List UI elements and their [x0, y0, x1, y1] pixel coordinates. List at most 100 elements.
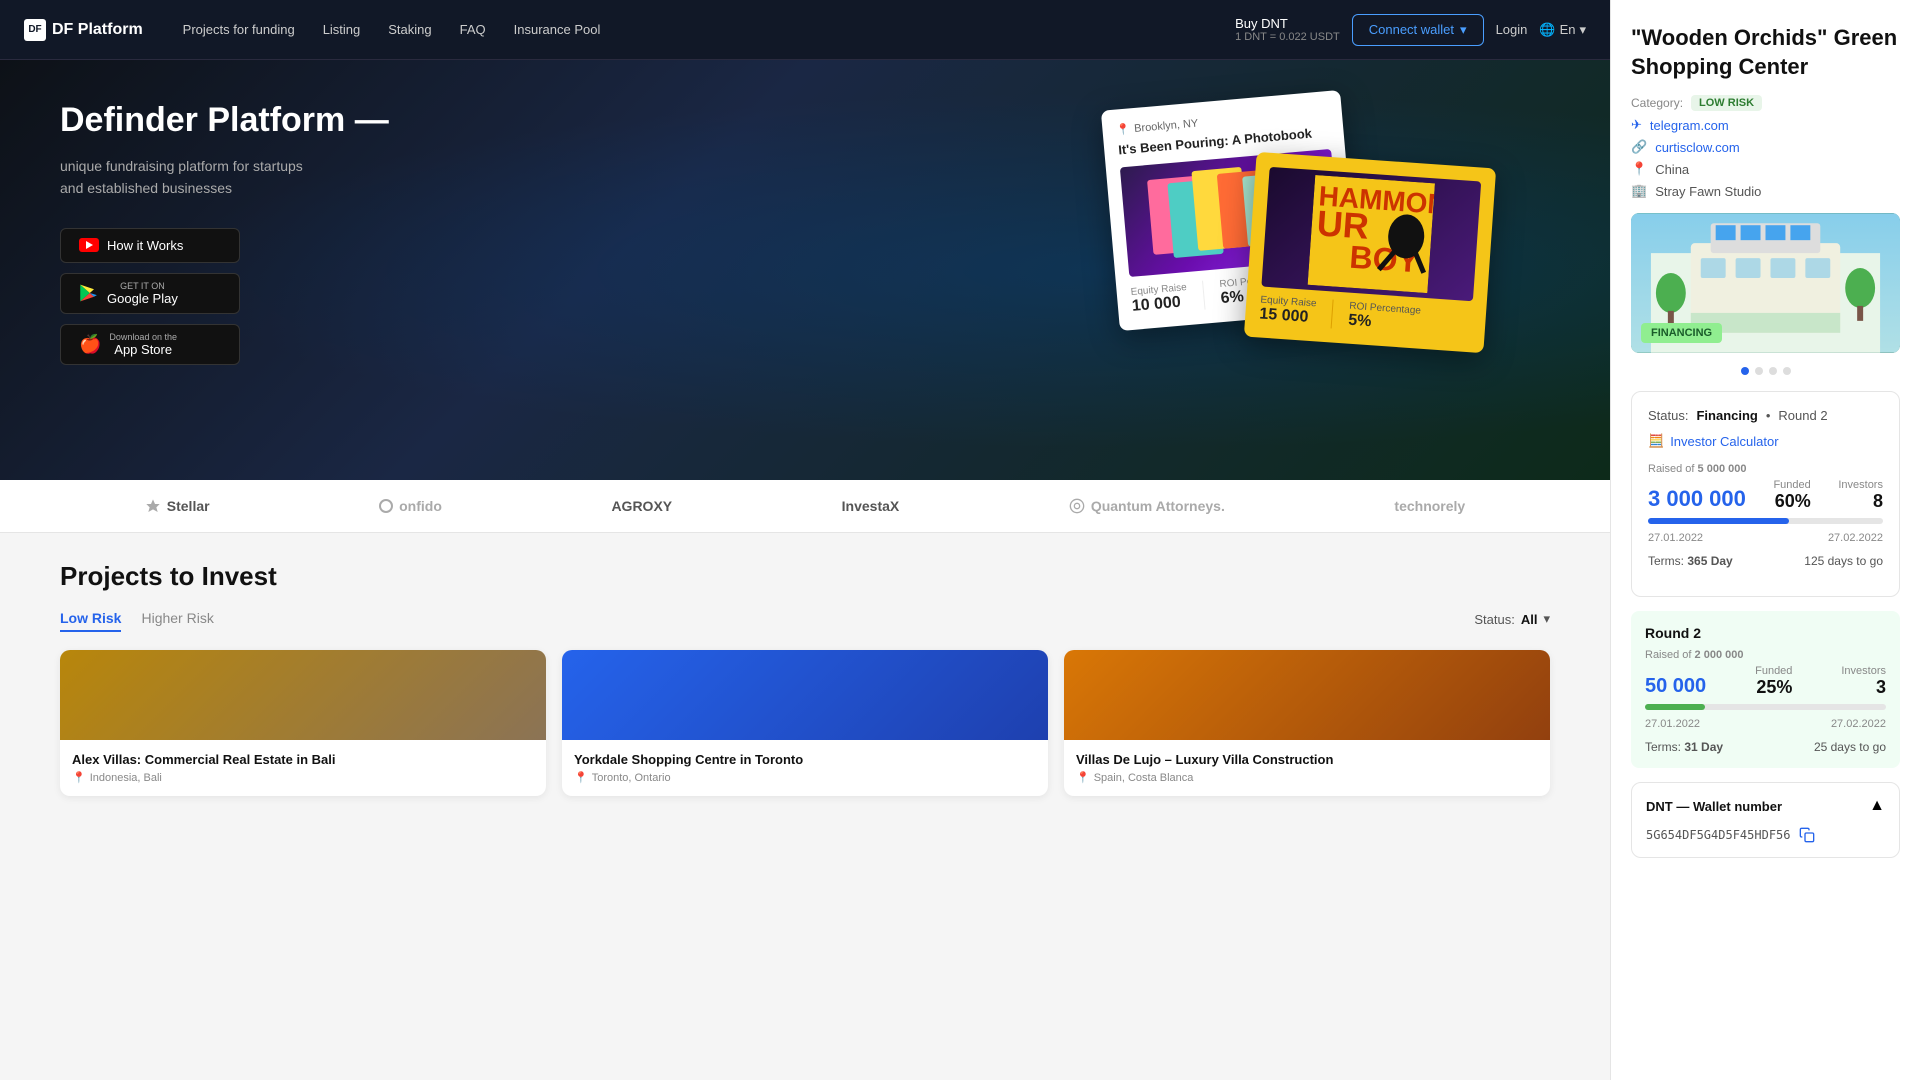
- nav-staking[interactable]: Staking: [388, 22, 431, 37]
- building-icon: 🏢: [1631, 183, 1647, 199]
- raised-section: Raised of 5 000 000 3 000 000 Funded 60%…: [1648, 463, 1883, 568]
- project-card-2-title: Villas De Lujo – Luxury Villa Constructi…: [1076, 752, 1538, 767]
- buy-dnt-label: Buy DNT: [1235, 16, 1340, 31]
- google-play-button[interactable]: GET IT ON Google Play: [60, 273, 240, 314]
- status-filter: Status: All ▾: [1474, 611, 1550, 627]
- website-link[interactable]: curtisclow.com: [1655, 140, 1740, 155]
- app-store-button[interactable]: 🍎 Download on the App Store: [60, 324, 240, 365]
- project-card-float-2[interactable]: HAMMOND UR BOY Equity Raise 15 000: [1244, 152, 1496, 353]
- project-card-1-body: Yorkdale Shopping Centre in Toronto 📍 To…: [562, 740, 1048, 796]
- location-icon-1: 📍: [574, 771, 588, 784]
- project-card-0-image: [60, 650, 546, 740]
- how-it-works-button[interactable]: How it Works: [60, 228, 240, 263]
- round2-raised-amount: 50 000: [1645, 675, 1706, 698]
- project-card-2-image: [1064, 650, 1550, 740]
- panel-title: "Wooden Orchids" Green Shopping Center: [1631, 24, 1900, 81]
- meta-website-row: 🔗 curtisclow.com: [1631, 139, 1900, 155]
- partner-agroxy: AGROXY: [611, 498, 672, 514]
- project-card-0[interactable]: Alex Villas: Commercial Real Estate in B…: [60, 650, 546, 796]
- panel-image: FINANCING: [1631, 213, 1900, 353]
- calculator-icon: 🧮: [1648, 433, 1664, 449]
- partner-investax: InvestaX: [842, 498, 900, 514]
- projects-title: Projects to Invest: [60, 561, 1550, 592]
- globe-icon: 🌐: [1539, 22, 1555, 38]
- dot-2[interactable]: [1755, 367, 1763, 375]
- project-card-1[interactable]: Yorkdale Shopping Centre in Toronto 📍 To…: [562, 650, 1048, 796]
- project-cards-list: Alex Villas: Commercial Real Estate in B…: [60, 650, 1550, 796]
- apple-icon: 🍎: [79, 334, 101, 355]
- financing-badge: FINANCING: [1641, 323, 1722, 343]
- meta-telegram-row: ✈ telegram.com: [1631, 117, 1900, 133]
- hero-title: Definder Platform —: [60, 100, 389, 141]
- round2-terms-row: Terms: 31 Day 25 days to go: [1645, 740, 1886, 754]
- nav-listing[interactable]: Listing: [323, 22, 361, 37]
- nav-projects[interactable]: Projects for funding: [183, 22, 295, 37]
- meta-publisher-row: 🏢 Stray Fawn Studio: [1631, 183, 1900, 199]
- nav-faq[interactable]: FAQ: [460, 22, 486, 37]
- how-it-works-label: How it Works: [107, 238, 183, 253]
- wallet-address: 5G654DF5G4D5F45HDF56: [1646, 827, 1885, 843]
- project-card-2[interactable]: Villas De Lujo – Luxury Villa Constructi…: [1064, 650, 1550, 796]
- progress-bar: [1648, 518, 1883, 524]
- status-value: Financing: [1696, 408, 1757, 423]
- wallet-header: DNT — Wallet number ▲: [1646, 797, 1885, 815]
- status-row: Status: Financing • Round 2: [1648, 408, 1883, 423]
- hero-buttons: How it Works GET IT ON Google Play: [60, 228, 389, 365]
- buy-dnt-rate: 1 DNT = 0.022 USDT: [1235, 31, 1340, 43]
- round2-title: Round 2: [1645, 625, 1886, 641]
- investor-calculator-link[interactable]: 🧮 Investor Calculator: [1648, 433, 1883, 449]
- project-card-0-location: 📍 Indonesia, Bali: [72, 771, 534, 784]
- wallet-title: DNT — Wallet number: [1646, 799, 1782, 814]
- telegram-link[interactable]: telegram.com: [1650, 118, 1729, 133]
- panel-location: China: [1655, 162, 1689, 177]
- nav-insurance[interactable]: Insurance Pool: [514, 22, 601, 37]
- hero-section: Definder Platform — unique fundraising p…: [0, 60, 1610, 480]
- category-badge: LOW RISK: [1691, 95, 1762, 111]
- round2-progress-bar-fill: [1645, 704, 1705, 710]
- panel-meta: Category: LOW RISK ✈ telegram.com 🔗 curt…: [1631, 95, 1900, 199]
- projects-section: Projects to Invest Low Risk Higher Risk …: [0, 533, 1610, 1080]
- location-icon-0: 📍: [72, 771, 86, 784]
- partner-stellar: Stellar: [145, 498, 210, 514]
- raised-amount: 3 000 000: [1648, 486, 1746, 512]
- panel-dots: [1631, 367, 1900, 375]
- round2-date-row: 27.01.2022 27.02.2022: [1645, 718, 1886, 730]
- language-button[interactable]: 🌐 En ▾: [1539, 22, 1586, 38]
- nav-right: Buy DNT 1 DNT = 0.022 USDT Connect walle…: [1235, 14, 1586, 46]
- nav-links: Projects for funding Listing Staking FAQ…: [183, 22, 601, 37]
- status-label: Status:: [1648, 408, 1688, 423]
- logo[interactable]: DF DF Platform: [24, 19, 143, 41]
- round2-raised-cols: 50 000 Funded 25% Investors 3: [1645, 665, 1886, 698]
- project-card-1-title: Yorkdale Shopping Centre in Toronto: [574, 752, 1036, 767]
- investors-col: Investors 8: [1838, 479, 1883, 512]
- logo-icon: DF: [24, 19, 46, 41]
- separator: •: [1766, 408, 1771, 423]
- google-play-icon: [79, 283, 99, 303]
- map-pin-icon: 📍: [1631, 161, 1647, 177]
- connect-wallet-label: Connect wallet: [1369, 22, 1454, 37]
- round-label: Round 2: [1778, 408, 1827, 423]
- dot-3[interactable]: [1769, 367, 1777, 375]
- panel-publisher: Stray Fawn Studio: [1655, 184, 1761, 199]
- dot-4[interactable]: [1783, 367, 1791, 375]
- project-card-0-body: Alex Villas: Commercial Real Estate in B…: [60, 740, 546, 796]
- link-icon: 🔗: [1631, 139, 1647, 155]
- meta-location-row: 📍 China: [1631, 161, 1900, 177]
- dot-1[interactable]: [1741, 367, 1749, 375]
- status-section: Status: Financing • Round 2 🧮 Investor C…: [1631, 391, 1900, 597]
- login-button[interactable]: Login: [1496, 22, 1528, 37]
- navbar: DF DF Platform Projects for funding List…: [0, 0, 1610, 60]
- hero-subtitle: unique fundraising platform for startups…: [60, 155, 389, 200]
- telegram-icon: ✈: [1631, 117, 1642, 133]
- lang-chevron-icon: ▾: [1579, 22, 1586, 38]
- right-panel: "Wooden Orchids" Green Shopping Center C…: [1610, 0, 1920, 1080]
- connect-wallet-button[interactable]: Connect wallet ▾: [1352, 14, 1484, 46]
- logo-text: DF Platform: [52, 21, 143, 39]
- tab-low-risk[interactable]: Low Risk: [60, 606, 121, 632]
- status-chevron-icon[interactable]: ▾: [1543, 611, 1550, 627]
- progress-bar-fill: [1648, 518, 1789, 524]
- copy-icon[interactable]: [1799, 827, 1815, 843]
- chevron-up-icon[interactable]: ▲: [1869, 797, 1885, 815]
- partners-bar: Stellar onfido AGROXY InvestaX Quantum A…: [0, 480, 1610, 533]
- tab-higher-risk[interactable]: Higher Risk: [141, 606, 213, 632]
